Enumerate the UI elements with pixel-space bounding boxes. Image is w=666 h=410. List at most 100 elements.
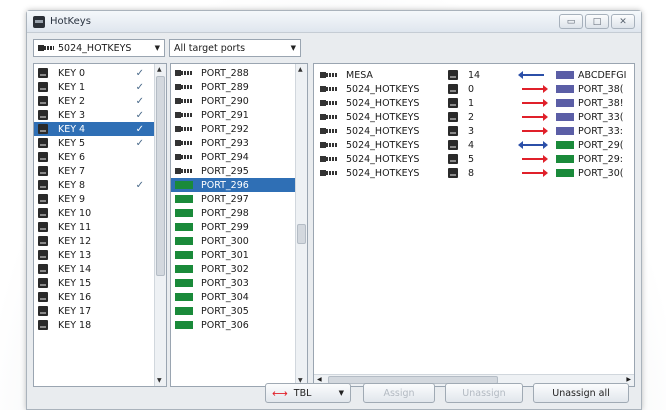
keys-list[interactable]: KEY 0 ✓ KEY 1 ✓ KEY 2 ✓ KEY 3 ✓ KEY 4 ✓ KEY 5 ✓ KEY … — [33, 63, 167, 387]
unassign-all-button[interactable]: Unassign all — [533, 383, 629, 403]
device-icon — [320, 85, 338, 93]
port-row[interactable]: PORT_302 — [171, 262, 307, 276]
assign-button[interactable]: Assign — [363, 383, 435, 403]
key-row[interactable]: KEY 17 — [34, 304, 166, 318]
assignments-list[interactable]: MESA 14 ABCDEFGI 5024_HOTKEYS 0 PORT_38(5024_… — [313, 63, 635, 387]
device-icon — [175, 125, 193, 133]
port-row[interactable]: PORT_299 — [171, 220, 307, 234]
target-port-icon — [175, 279, 193, 287]
key-row[interactable]: KEY 3 ✓ — [34, 108, 166, 122]
assignment-row[interactable]: MESA 14 ABCDEFGI — [314, 68, 634, 82]
key-label: KEY 13 — [58, 249, 92, 261]
port-label: PORT_288 — [201, 67, 249, 79]
port-row[interactable]: PORT_288 — [171, 66, 307, 80]
assignment-row[interactable]: 5024_HOTKEYS 1 PORT_38! — [314, 96, 634, 110]
port-row[interactable]: PORT_297 — [171, 192, 307, 206]
key-icon — [38, 180, 48, 190]
keys-scrollbar[interactable]: ▲ ▼ — [154, 64, 166, 386]
ports-scroll-thumb[interactable] — [297, 224, 306, 244]
window-controls: ▭ □ ✕ — [559, 14, 635, 29]
scroll-left-icon[interactable]: ◀ — [317, 376, 322, 383]
target-port-icon — [175, 223, 193, 231]
key-row[interactable]: KEY 5 ✓ — [34, 136, 166, 150]
key-icon — [38, 138, 48, 148]
port-label: PORT_296 — [201, 179, 249, 191]
device-icon — [175, 111, 193, 119]
port-row[interactable]: PORT_306 — [171, 318, 307, 332]
minimize-button[interactable]: ▭ — [559, 14, 583, 29]
port-row[interactable]: PORT_296 — [171, 178, 307, 192]
mode-select[interactable]: ⟷ TBL ▼ — [265, 383, 351, 403]
key-row[interactable]: KEY 10 — [34, 206, 166, 220]
assignment-row[interactable]: 5024_HOTKEYS 4 PORT_29( — [314, 138, 634, 152]
target-port-icon — [556, 169, 574, 177]
maximize-button[interactable]: □ — [585, 14, 609, 29]
key-row[interactable]: KEY 14 — [34, 262, 166, 276]
key-icon — [38, 264, 48, 274]
assignment-row[interactable]: 5024_HOTKEYS 0 PORT_38( — [314, 82, 634, 96]
key-row[interactable]: KEY 0 ✓ — [34, 66, 166, 80]
ports-filter-value: All target ports — [174, 42, 246, 54]
key-icon — [38, 250, 48, 260]
port-row[interactable]: PORT_301 — [171, 248, 307, 262]
key-row[interactable]: KEY 6 — [34, 150, 166, 164]
port-row[interactable]: PORT_295 — [171, 164, 307, 178]
key-row[interactable]: KEY 9 — [34, 192, 166, 206]
key-row[interactable]: KEY 11 — [34, 220, 166, 234]
target-port-icon — [175, 293, 193, 301]
port-row[interactable]: PORT_293 — [171, 136, 307, 150]
port-row[interactable]: PORT_304 — [171, 290, 307, 304]
port-label: PORT_299 — [201, 221, 249, 233]
unassign-button[interactable]: Unassign — [445, 383, 523, 403]
key-row[interactable]: KEY 1 ✓ — [34, 80, 166, 94]
device-select[interactable]: 5024_HOTKEYS ▼ — [33, 39, 165, 57]
key-row[interactable]: KEY 15 — [34, 276, 166, 290]
ports-list[interactable]: PORT_288 PORT_289 PORT_290 PORT_291 PORT_292… — [170, 63, 308, 387]
port-row[interactable]: PORT_291 — [171, 108, 307, 122]
port-row[interactable]: PORT_289 — [171, 80, 307, 94]
key-row[interactable]: KEY 4 ✓ — [34, 122, 166, 136]
key-row[interactable]: KEY 13 — [34, 248, 166, 262]
key-label: KEY 17 — [58, 305, 92, 317]
port-row[interactable]: PORT_292 — [171, 122, 307, 136]
key-row[interactable]: KEY 16 — [34, 290, 166, 304]
key-number: 5 — [468, 153, 475, 165]
device-icon — [320, 71, 338, 79]
port-row[interactable]: PORT_303 — [171, 276, 307, 290]
key-icon — [38, 124, 48, 134]
key-label: KEY 6 — [58, 151, 86, 163]
ports-filter-select[interactable]: All target ports ▼ — [169, 39, 301, 57]
port-row[interactable]: PORT_298 — [171, 206, 307, 220]
key-row[interactable]: KEY 18 — [34, 318, 166, 332]
key-label: KEY 2 — [58, 95, 86, 107]
ports-scrollbar[interactable]: ▲ ▼ — [295, 64, 307, 386]
port-label: PORT_304 — [201, 291, 249, 303]
key-row[interactable]: KEY 8 ✓ — [34, 178, 166, 192]
port-row[interactable]: PORT_300 — [171, 234, 307, 248]
port-label: PORT_295 — [201, 165, 249, 177]
key-row[interactable]: KEY 7 — [34, 164, 166, 178]
assignment-row[interactable]: 5024_HOTKEYS 5 PORT_29: — [314, 152, 634, 166]
key-label: KEY 15 — [58, 277, 92, 289]
key-row[interactable]: KEY 2 ✓ — [34, 94, 166, 108]
port-label: PORT_294 — [201, 151, 249, 163]
arrow-right-icon — [518, 127, 548, 135]
keys-scroll-thumb[interactable] — [156, 76, 165, 276]
scroll-up-icon[interactable]: ▲ — [157, 66, 162, 73]
source-label: 5024_HOTKEYS — [346, 111, 420, 123]
port-row[interactable]: PORT_305 — [171, 304, 307, 318]
key-number: 0 — [468, 83, 475, 95]
arrow-right-icon — [518, 99, 548, 107]
assignment-row[interactable]: 5024_HOTKEYS 3 PORT_33: — [314, 124, 634, 138]
port-row[interactable]: PORT_294 — [171, 150, 307, 164]
assignment-row[interactable]: 5024_HOTKEYS 2 PORT_33( — [314, 110, 634, 124]
key-row[interactable]: KEY 12 — [34, 234, 166, 248]
assignment-row[interactable]: 5024_HOTKEYS 8 PORT_30( — [314, 166, 634, 180]
device-icon — [320, 169, 338, 177]
device-icon — [320, 127, 338, 135]
key-icon — [38, 96, 48, 106]
close-button[interactable]: ✕ — [611, 14, 635, 29]
scroll-right-icon[interactable]: ▶ — [626, 376, 631, 383]
port-row[interactable]: PORT_290 — [171, 94, 307, 108]
scroll-up-icon[interactable]: ▲ — [298, 66, 303, 73]
